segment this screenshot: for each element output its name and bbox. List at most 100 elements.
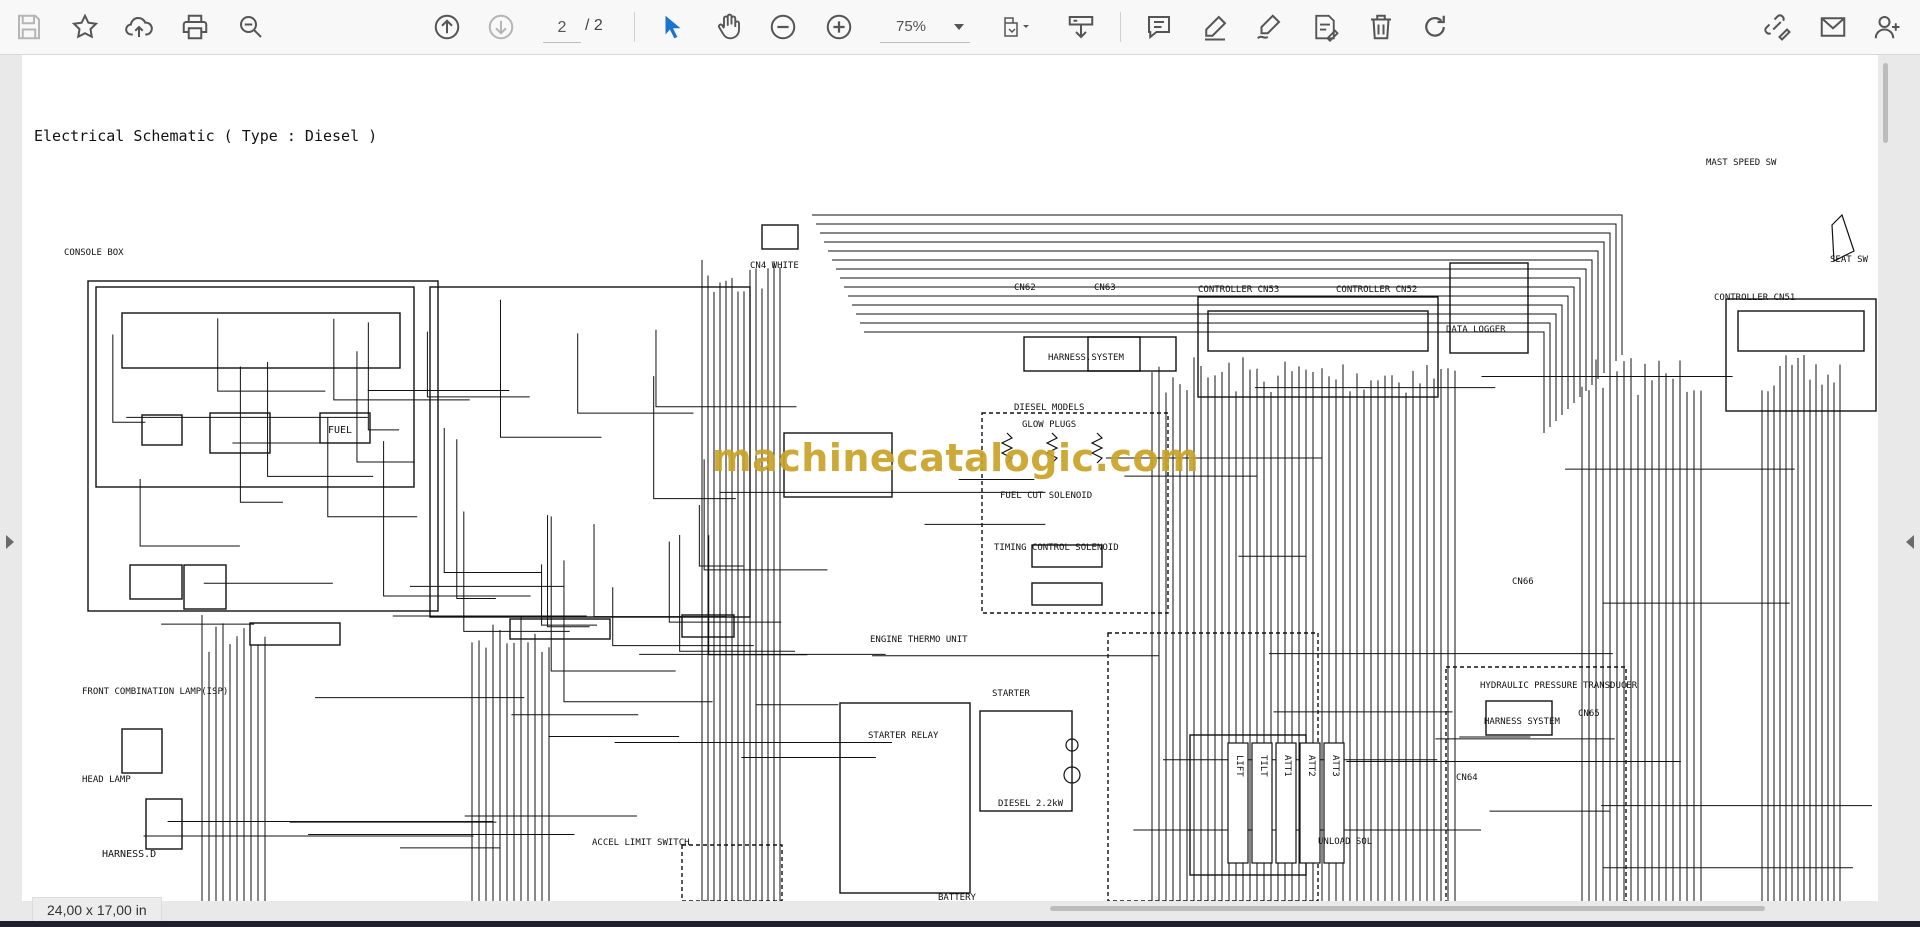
- cn63-label: CN63: [1094, 283, 1116, 293]
- link-edit-icon[interactable]: [1758, 8, 1796, 46]
- download-tray-icon[interactable]: [1062, 8, 1100, 46]
- cn65-label: CN65: [1578, 709, 1600, 719]
- wire-line: [217, 318, 326, 392]
- vertical-scrollbar[interactable]: [1882, 55, 1890, 915]
- mail-icon[interactable]: [1814, 8, 1852, 46]
- unload-sol-label: UNLOAD SOL: [1318, 837, 1373, 847]
- bookmark-star-icon[interactable]: [66, 8, 104, 46]
- harness-system-2-label: HARNESS SYSTEM: [1484, 717, 1560, 727]
- controller-cn51-label: CONTROLLER CN51: [1714, 293, 1796, 303]
- upload-cloud-icon[interactable]: [120, 8, 158, 46]
- diesel-kw-label: DIESEL 2.2kW: [998, 799, 1064, 809]
- zoom-select[interactable]: 75%: [880, 14, 970, 43]
- page-size-status: 24,00 x 17,00 in: [32, 897, 162, 923]
- valve-label: ATT1: [1282, 755, 1292, 777]
- fuel-cut-solenoid-label: FUEL CUT SOLENOID: [1000, 491, 1093, 501]
- wire-line: [698, 504, 744, 567]
- wire-line: [864, 331, 1545, 433]
- rotate-icon[interactable]: [1416, 8, 1454, 46]
- battery-label: BATTERY: [938, 893, 976, 901]
- harness-d-label: HARNESS.D: [102, 849, 157, 860]
- comment-icon[interactable]: [1140, 8, 1178, 46]
- next-page-icon[interactable]: [482, 8, 520, 46]
- highlight-pen-icon[interactable]: [1196, 8, 1234, 46]
- horizontal-scroll-thumb[interactable]: [1050, 906, 1765, 911]
- watermark-text: machinecatalogic.com: [712, 436, 1200, 480]
- wire-line: [679, 535, 796, 652]
- zoom-out-icon[interactable]: [764, 8, 802, 46]
- starter-label: STARTER: [992, 689, 1030, 699]
- stamp-edit-icon[interactable]: [1306, 8, 1344, 46]
- wire-line: [456, 439, 496, 599]
- wire-line: [828, 250, 1599, 379]
- harness-system-label: HARNESS.SYSTEM: [1048, 353, 1124, 363]
- draw-sign-icon[interactable]: [1250, 8, 1288, 46]
- cn66-label: CN66: [1512, 577, 1534, 587]
- pdf-page: Electrical Schematic ( Type : Diesel ) C…: [22, 55, 1878, 901]
- data-logger-label: DATA LOGGER: [1446, 325, 1506, 335]
- toolbar-divider: [1120, 12, 1121, 42]
- schematic-title: Electrical Schematic ( Type : Diesel ): [34, 127, 378, 145]
- controller-cn53-label: CONTROLLER CN53: [1198, 285, 1280, 295]
- wire-line: [820, 232, 1611, 367]
- valve-label: TILT: [1258, 755, 1268, 777]
- wire-line: [547, 515, 590, 628]
- fit-page-icon[interactable]: [992, 8, 1040, 46]
- hand-pan-icon[interactable]: [710, 8, 748, 46]
- zoom-value: 75%: [896, 18, 927, 35]
- delete-icon[interactable]: [1362, 8, 1400, 46]
- wire-line: [463, 511, 570, 632]
- wire-line: [333, 318, 470, 401]
- hydraulic-pressure-transducer-label: HYDRAULIC PRESSURE TRANSDUCER: [1480, 681, 1638, 691]
- toolbar: / 2 75%: [0, 0, 1920, 55]
- cn64-label: CN64: [1456, 773, 1478, 783]
- valve-label: ATT2: [1306, 755, 1316, 777]
- wire-line: [563, 560, 713, 703]
- wire-line: [239, 366, 283, 503]
- starter-relay-label: STARTER RELAY: [868, 731, 939, 741]
- fuel-label: FUEL: [328, 425, 353, 436]
- engine-thermo-unit-label: ENGINE THERMO UNIT: [870, 635, 968, 645]
- chevron-down-icon: [954, 24, 964, 30]
- front-lamp-label: FRONT COMBINATION LAMP(ISP): [82, 687, 229, 697]
- toolbar-divider: [634, 12, 635, 42]
- user-add-icon[interactable]: [1868, 8, 1906, 46]
- wire-line: [668, 541, 782, 623]
- previous-page-icon[interactable]: [428, 8, 466, 46]
- wire-line: [550, 516, 676, 672]
- valve-label: ATT3: [1330, 755, 1340, 777]
- accel-limit-switch-label: ACCEL LIMIT SWITCH: [592, 838, 690, 848]
- taskbar-strip: [0, 921, 1920, 927]
- seat-sw-label: SEAT SW: [1830, 255, 1868, 265]
- wire-line: [367, 389, 400, 431]
- valve-label: LIFT: [1234, 755, 1244, 777]
- page-number-input[interactable]: [543, 14, 581, 43]
- document-viewer[interactable]: Electrical Schematic ( Type : Diesel ) C…: [0, 55, 1920, 927]
- zoom-in-icon[interactable]: [820, 8, 858, 46]
- save-icon[interactable]: [10, 8, 48, 46]
- print-icon[interactable]: [176, 8, 214, 46]
- wire-line: [499, 299, 602, 438]
- zoom-search-icon[interactable]: [232, 8, 270, 46]
- wire-line: [426, 331, 530, 398]
- timing-control-solenoid-label: TIMING CONTROL SOLENOID: [994, 543, 1119, 553]
- wire-line: [860, 322, 1551, 427]
- wire-line: [112, 334, 146, 423]
- collapse-left-icon[interactable]: [6, 535, 14, 549]
- vertical-scroll-thumb[interactable]: [1883, 63, 1888, 143]
- controller-cn52-label: CONTROLLER CN52: [1336, 285, 1418, 295]
- wire-line: [577, 333, 694, 414]
- collapse-right-icon[interactable]: [1906, 535, 1914, 549]
- wire-line: [844, 286, 1575, 403]
- diesel-models-label: DIESEL MODELS: [1014, 403, 1085, 413]
- glow-plugs-label: GLOW PLUGS: [1022, 420, 1077, 430]
- console-box-label: CONSOLE BOX: [64, 248, 124, 258]
- cn62-label: CN62: [1014, 283, 1036, 293]
- page-total: / 2: [585, 17, 603, 34]
- cn4-white-label: CN4 WHITE: [750, 261, 799, 271]
- select-cursor-icon[interactable]: [654, 8, 692, 46]
- head-lamp-label: HEAD LAMP: [82, 775, 131, 785]
- mast-speed-sw-label: MAST SPEED SW: [1706, 158, 1777, 168]
- wire-line: [139, 478, 240, 547]
- wire-line: [367, 322, 510, 392]
